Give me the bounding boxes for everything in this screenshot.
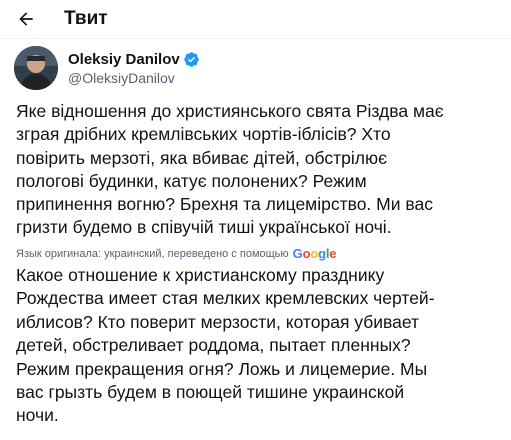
verified-badge-icon	[183, 51, 199, 67]
back-button[interactable]	[10, 3, 42, 35]
author-handle[interactable]: @OleksiyDanilov	[68, 69, 200, 87]
translation-note-text: Язык оригинала: украинский, переведено с…	[16, 248, 289, 260]
top-bar: Твит	[0, 0, 511, 39]
avatar[interactable]	[14, 46, 58, 90]
avatar-image	[14, 46, 58, 90]
tweet-author: Oleksiy Danilov @OleksiyDanilov	[14, 46, 200, 90]
google-logo: Google	[292, 246, 337, 261]
translated-text: Какое отношение к христианскому праздник…	[16, 265, 435, 426]
translation-note: Язык оригинала: украинский, переведено с…	[16, 247, 336, 261]
arrow-left-icon	[19, 12, 33, 26]
page-title: Твит	[64, 8, 108, 29]
tweet-text: Яке відношення до християнського свята Р…	[16, 101, 444, 238]
author-name[interactable]: Oleksiy Danilov	[68, 50, 180, 69]
